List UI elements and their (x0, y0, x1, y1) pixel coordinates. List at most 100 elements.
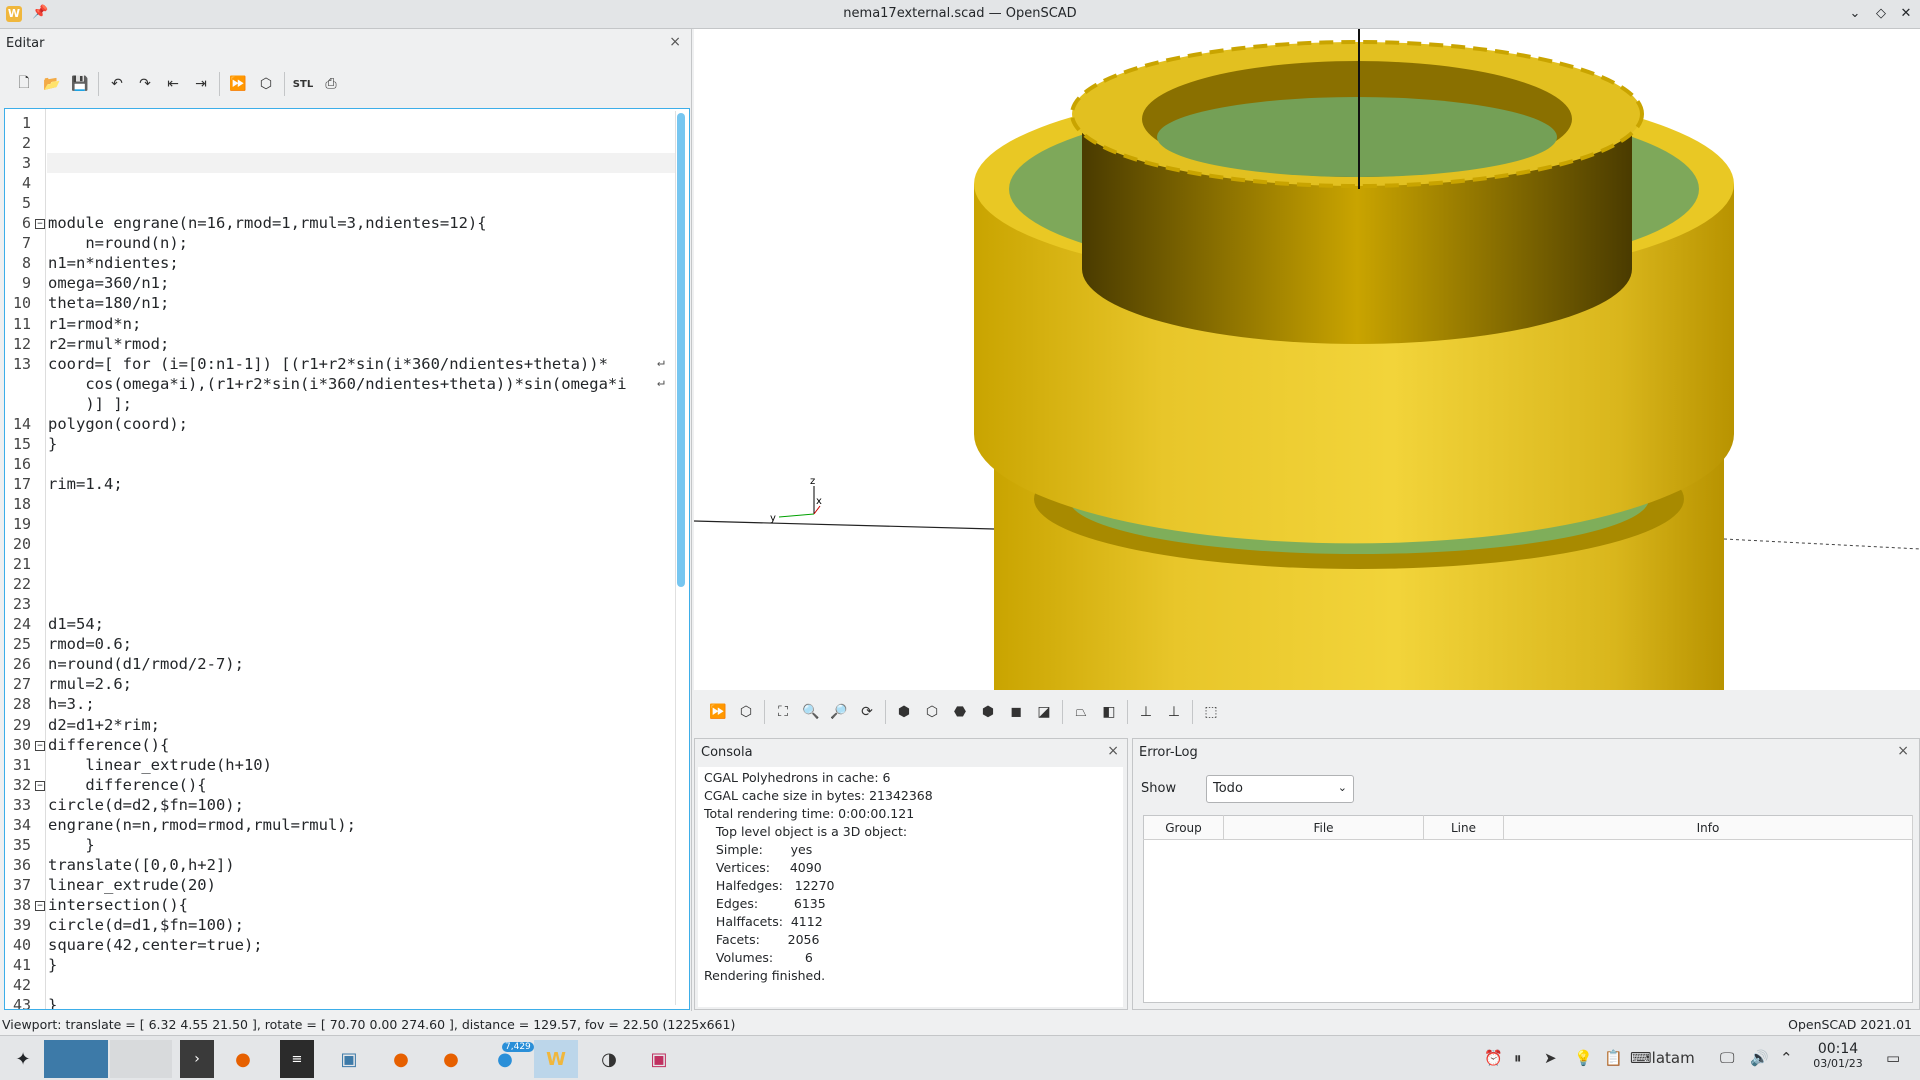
screenshot-icon[interactable]: ▣ (640, 1040, 678, 1078)
notifications-icon[interactable]: ⏰ (1484, 1049, 1503, 1067)
column-header-file[interactable]: File (1223, 815, 1424, 840)
fold-marker-icon[interactable]: − (35, 740, 45, 751)
firefox-private-icon[interactable]: ● (434, 1040, 468, 1078)
code-line[interactable]: difference(){ (48, 776, 206, 794)
show-filter-select[interactable]: Todo ⌄ (1206, 775, 1354, 803)
column-header-group[interactable]: Group (1143, 815, 1224, 840)
code-line[interactable]: square(42,center=true); (48, 936, 263, 954)
openscad-task-icon[interactable]: W (534, 1040, 578, 1078)
view-bottom-icon[interactable]: ⬣ (946, 698, 974, 726)
telegram-icon[interactable]: ➤ (1544, 1049, 1557, 1067)
perspective-icon[interactable]: ⏢ (1067, 698, 1095, 726)
code-line[interactable]: cos(omega*i),(r1+r2*sin(i*360/ndientes+t… (48, 375, 626, 393)
pager-desktop-2[interactable] (110, 1040, 172, 1078)
errorlog-close-button[interactable]: × (1897, 743, 1909, 759)
view-right-icon[interactable]: ⬢ (890, 698, 918, 726)
preview-icon[interactable]: ⏩ (224, 70, 252, 98)
editor-scrollbar-thumb[interactable] (677, 113, 685, 587)
code-line[interactable]: polygon(coord); (48, 415, 188, 433)
column-header-line[interactable]: Line (1423, 815, 1504, 840)
redo-icon[interactable]: ↷ (131, 70, 159, 98)
view-all-icon[interactable]: ⛶ (769, 698, 797, 726)
3d-viewport[interactable]: z y x (694, 29, 1920, 690)
fold-marker-icon[interactable]: − (35, 780, 45, 791)
lamp-icon[interactable]: 💡 (1574, 1049, 1593, 1067)
minimize-button[interactable]: ⌄ (1845, 4, 1865, 24)
code-line[interactable]: n1=n*ndientes; (48, 254, 179, 272)
view-back-icon[interactable]: ◪ (1030, 698, 1058, 726)
code-line[interactable]: } (48, 956, 57, 974)
volume-icon[interactable]: 🔊 (1750, 1049, 1769, 1067)
code-line[interactable]: circle(d=d2,$fn=100); (48, 796, 244, 814)
console-close-button[interactable]: × (1107, 743, 1119, 759)
firefox-icon[interactable]: ● (226, 1040, 260, 1078)
settings-icon[interactable]: ≡ (280, 1040, 314, 1078)
firefox-window-icon[interactable]: ● (384, 1040, 418, 1078)
render-view[interactable]: z y x (694, 29, 1920, 690)
render-icon[interactable]: ⬡ (252, 70, 280, 98)
code-line[interactable]: module engrane(n=16,rmod=1,rmul=3,ndient… (48, 214, 487, 232)
zoom-out-icon[interactable]: 🔎 (825, 698, 853, 726)
view-front-icon[interactable]: ◼ (1002, 698, 1030, 726)
code-line[interactable]: n=round(n); (48, 234, 188, 252)
column-header-info[interactable]: Info (1503, 815, 1913, 840)
code-line[interactable]: } (48, 435, 57, 453)
code-line[interactable]: engrane(n=n,rmod=rmod,rmul=rmul); (48, 816, 356, 834)
code-line[interactable]: theta=180/n1; (48, 294, 169, 312)
console-output[interactable]: CGAL Polyhedrons in cache: 6 CGAL cache s… (698, 767, 1123, 1007)
code-line[interactable]: intersection(){ (48, 896, 188, 914)
indent-icon[interactable]: ⇥ (187, 70, 215, 98)
new-file-icon[interactable]: 🗋 (10, 70, 38, 98)
code-line[interactable]: omega=360/n1; (48, 274, 169, 292)
pager-desktop-1[interactable] (44, 1040, 108, 1078)
show-edges-icon[interactable]: ⬚ (1197, 698, 1225, 726)
editor-close-button[interactable]: × (669, 34, 681, 50)
code-line[interactable]: r2=rmul*rmod; (48, 335, 169, 353)
code-line[interactable]: coord=[ for (i=[0:n1-1]) [(r1+r2*sin(i*3… (48, 355, 608, 373)
keyboard-layout-label[interactable]: ⌨latam (1630, 1049, 1695, 1067)
show-desktop-icon[interactable]: ▭ (1886, 1049, 1900, 1067)
unindent-icon[interactable]: ⇤ (159, 70, 187, 98)
clipboard-icon[interactable]: 📋 (1604, 1049, 1623, 1067)
render-icon[interactable]: ⬡ (732, 698, 760, 726)
export-stl-icon[interactable]: STL (289, 70, 317, 98)
media-icon[interactable]: ⏸ (1514, 1049, 1522, 1067)
undo-icon[interactable]: ↶ (103, 70, 131, 98)
preview-icon[interactable]: ⏩ (704, 698, 732, 726)
code-line[interactable]: )] ]; (48, 395, 132, 413)
display-icon[interactable]: 🖵 (1720, 1049, 1734, 1067)
code-line[interactable]: linear_extrude(20) (48, 876, 216, 894)
code-line[interactable]: h=3.; (48, 695, 95, 713)
code-line[interactable]: rmul=2.6; (48, 675, 132, 693)
code-line[interactable]: d1=54; (48, 615, 104, 633)
code-line[interactable]: } (48, 836, 94, 854)
view-left-icon[interactable]: ⬢ (974, 698, 1002, 726)
inkscape-icon[interactable]: ◑ (590, 1040, 628, 1078)
code-line[interactable]: difference(){ (48, 736, 169, 754)
restore-button[interactable]: ◇ (1871, 4, 1891, 24)
code-line[interactable]: d2=d1+2*rim; (48, 716, 160, 734)
code-line[interactable]: rmod=0.6; (48, 635, 132, 653)
view-top-icon[interactable]: ⬡ (918, 698, 946, 726)
fold-marker-icon[interactable]: − (35, 219, 45, 230)
code-line[interactable]: } (48, 996, 57, 1009)
show-scale-icon[interactable]: ⊥ (1160, 698, 1188, 726)
app-launcher-icon[interactable]: ✦ (8, 1040, 38, 1078)
code-line[interactable]: rim=1.4; (48, 475, 123, 493)
code-line[interactable]: n=round(d1/rmod/2-7); (48, 655, 244, 673)
close-window-button[interactable]: ✕ (1896, 4, 1916, 24)
fold-marker-icon[interactable]: − (35, 900, 45, 911)
clock[interactable]: 00:14 03/01/23 (1808, 1041, 1868, 1070)
code-line[interactable]: translate([0,0,h+2]) (48, 856, 235, 874)
code-line[interactable]: linear_extrude(h+10) (48, 756, 272, 774)
file-manager-icon[interactable]: ▣ (332, 1040, 366, 1078)
send-to-print-icon[interactable]: ⎙ (317, 70, 345, 98)
code-line[interactable]: circle(d=d1,$fn=100); (48, 916, 244, 934)
show-axes-icon[interactable]: ⊥ (1132, 698, 1160, 726)
code-editor[interactable]: 1 2 3 4 5 6−7 8 9 10 11 12 13 14 15 16 17 18 19 20 21 22 23 24… (4, 108, 690, 1010)
terminal-icon[interactable]: › (180, 1040, 214, 1078)
expand-tray-icon[interactable]: ⌃ (1780, 1049, 1793, 1067)
open-file-icon[interactable]: 📂 (38, 70, 66, 98)
code-line[interactable]: r1=rmod*n; (48, 315, 141, 333)
save-file-icon[interactable]: 💾 (66, 70, 94, 98)
